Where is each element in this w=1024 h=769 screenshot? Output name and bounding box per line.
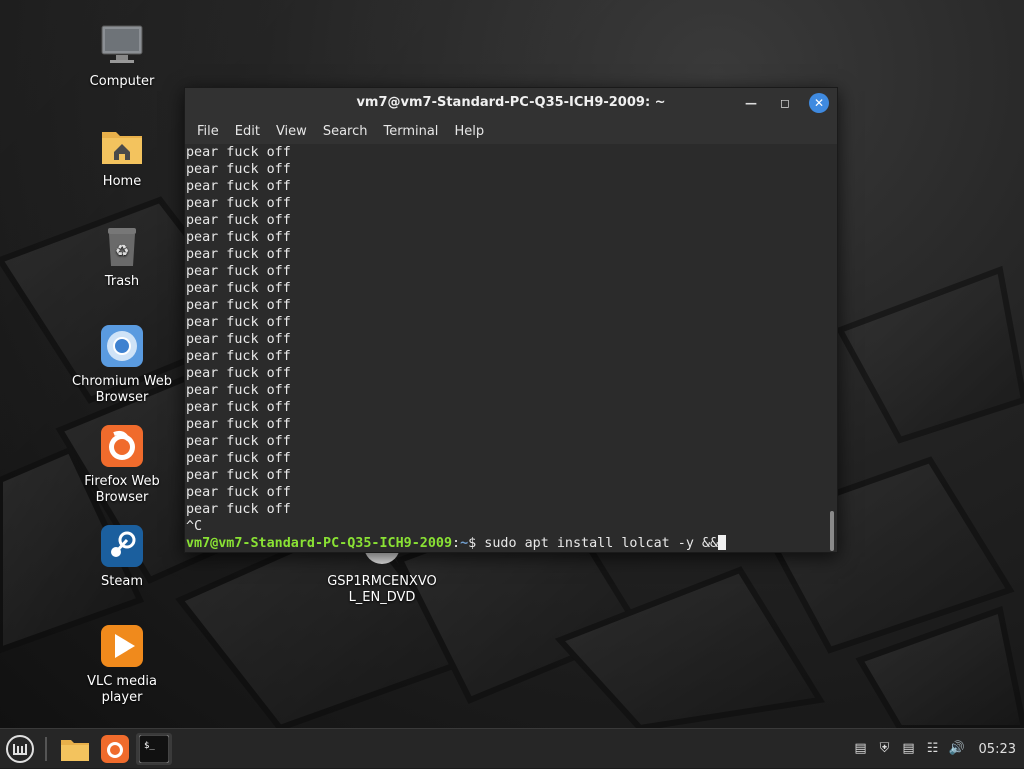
- terminal-window[interactable]: vm7@vm7-Standard-PC-Q35-ICH9-2009: ~ — ◻…: [184, 87, 838, 553]
- prompt-path: ~: [460, 536, 469, 551]
- desktop-icon-label: Computer: [89, 74, 155, 89]
- output-line: pear fuck off: [186, 383, 291, 398]
- close-icon: ✕: [813, 96, 825, 110]
- firefox-icon: [100, 424, 144, 468]
- desktop: Computer Home ♻ Trash Chromium Web Brows…: [0, 0, 1024, 728]
- output-line: pear fuck off: [186, 366, 291, 381]
- output-line: pear fuck off: [186, 298, 291, 313]
- terminal-titlebar[interactable]: vm7@vm7-Standard-PC-Q35-ICH9-2009: ~ — ◻…: [185, 88, 837, 118]
- output-line: pear fuck off: [186, 247, 291, 262]
- window-title: vm7@vm7-Standard-PC-Q35-ICH9-2009: ~: [356, 95, 666, 110]
- terminal-menubar: File Edit View Search Terminal Help: [185, 118, 837, 144]
- output-line: pear fuck off: [186, 417, 291, 432]
- svg-text:♻: ♻: [115, 241, 129, 260]
- output-line: pear fuck off: [186, 485, 291, 500]
- close-button[interactable]: ✕: [809, 93, 829, 113]
- text-cursor: [718, 535, 727, 550]
- output-line: pear fuck off: [186, 332, 291, 347]
- terminal-icon: $_: [139, 735, 169, 763]
- output-line: pear fuck off: [186, 502, 291, 517]
- prompt-line: vm7@vm7-Standard-PC-Q35-ICH9-2009:~$ sud…: [186, 535, 827, 552]
- menu-search[interactable]: Search: [315, 124, 376, 139]
- desktop-icon-label: Trash: [104, 274, 140, 289]
- output-line: pear fuck off: [186, 315, 291, 330]
- desktop-icon-label: VLC media player: [87, 674, 157, 705]
- network-icon[interactable]: ☷: [925, 741, 941, 757]
- desktop-icon-firefox[interactable]: Firefox Web Browser: [67, 424, 177, 506]
- minimize-button[interactable]: —: [741, 93, 761, 113]
- notes-icon[interactable]: ▤: [901, 741, 917, 757]
- dvd-label-line1: GSP1RMCENXVO: [327, 574, 437, 589]
- trash-icon: ♻: [100, 224, 144, 268]
- menu-file[interactable]: File: [189, 124, 227, 139]
- terminal-output[interactable]: pear fuck off pear fuck off pear fuck off p…: [185, 144, 827, 552]
- taskbar: $_ ▤ ⛨ ▤ ☷ 🔊 05:23: [0, 728, 1024, 768]
- output-line: pear fuck off: [186, 434, 291, 449]
- maximize-icon: ◻: [780, 96, 790, 110]
- prompt-symbol: $: [468, 536, 485, 551]
- minimize-icon: —: [745, 96, 757, 110]
- taskbar-firefox-button[interactable]: [98, 733, 132, 765]
- computer-icon: [100, 24, 144, 68]
- prompt-user: vm7@vm7-Standard-PC-Q35-ICH9-2009: [186, 536, 453, 551]
- desktop-icon-steam[interactable]: Steam: [67, 524, 177, 590]
- system-tray: ▤ ⛨ ▤ ☷ 🔊 05:23: [853, 729, 1016, 769]
- files-icon: [61, 740, 89, 761]
- menu-icon: [6, 735, 34, 763]
- desktop-icon-label: Steam: [101, 574, 143, 589]
- output-line: pear fuck off: [186, 264, 291, 279]
- output-line: pear fuck off: [186, 400, 291, 415]
- start-menu-button[interactable]: [4, 733, 36, 765]
- steam-icon: [100, 524, 144, 568]
- clock[interactable]: 05:23: [979, 742, 1016, 757]
- desktop-icon-home[interactable]: Home: [67, 124, 177, 190]
- clipboard-icon[interactable]: ▤: [853, 741, 869, 757]
- terminal-scrollbar[interactable]: [827, 144, 837, 552]
- interrupt-line: ^C: [186, 519, 203, 534]
- output-line: pear fuck off: [186, 468, 291, 483]
- volume-icon[interactable]: 🔊: [949, 741, 965, 757]
- output-line: pear fuck off: [186, 281, 291, 296]
- output-line: pear fuck off: [186, 213, 291, 228]
- output-line: pear fuck off: [186, 451, 291, 466]
- menu-edit[interactable]: Edit: [227, 124, 268, 139]
- command-text: sudo apt install lolcat -y &&: [484, 536, 719, 551]
- taskbar-terminal-button[interactable]: $_: [136, 733, 172, 765]
- output-line: pear fuck off: [186, 349, 291, 364]
- vlc-icon: [100, 624, 144, 668]
- scrollbar-thumb[interactable]: [830, 511, 834, 551]
- maximize-button[interactable]: ◻: [775, 93, 795, 113]
- output-line: pear fuck off: [186, 196, 291, 211]
- output-line: pear fuck off: [186, 162, 291, 177]
- svg-text:$_: $_: [144, 741, 155, 751]
- desktop-icon-label: Chromium Web Browser: [72, 374, 172, 405]
- taskbar-files-button[interactable]: [58, 733, 92, 765]
- desktop-icon-chromium[interactable]: Chromium Web Browser: [67, 324, 177, 406]
- chromium-icon: [100, 324, 144, 368]
- menu-terminal[interactable]: Terminal: [375, 124, 446, 139]
- desktop-icon-label: Home: [102, 174, 142, 189]
- menu-view[interactable]: View: [268, 124, 315, 139]
- home-folder-icon: [100, 124, 144, 168]
- desktop-icon-computer[interactable]: Computer: [67, 24, 177, 90]
- desktop-icon-vlc[interactable]: VLC media player: [67, 624, 177, 706]
- output-line: pear fuck off: [186, 179, 291, 194]
- prompt-separator: :: [452, 536, 461, 551]
- taskbar-separator: [45, 737, 47, 761]
- output-line: pear fuck off: [186, 145, 291, 160]
- dvd-label-line2: L_EN_DVD: [348, 590, 416, 605]
- shield-icon[interactable]: ⛨: [877, 741, 893, 757]
- menu-help[interactable]: Help: [446, 124, 492, 139]
- firefox-icon: [101, 735, 129, 763]
- desktop-icon-label: Firefox Web Browser: [84, 474, 160, 505]
- desktop-icon-trash[interactable]: ♻ Trash: [67, 224, 177, 290]
- output-line: pear fuck off: [186, 230, 291, 245]
